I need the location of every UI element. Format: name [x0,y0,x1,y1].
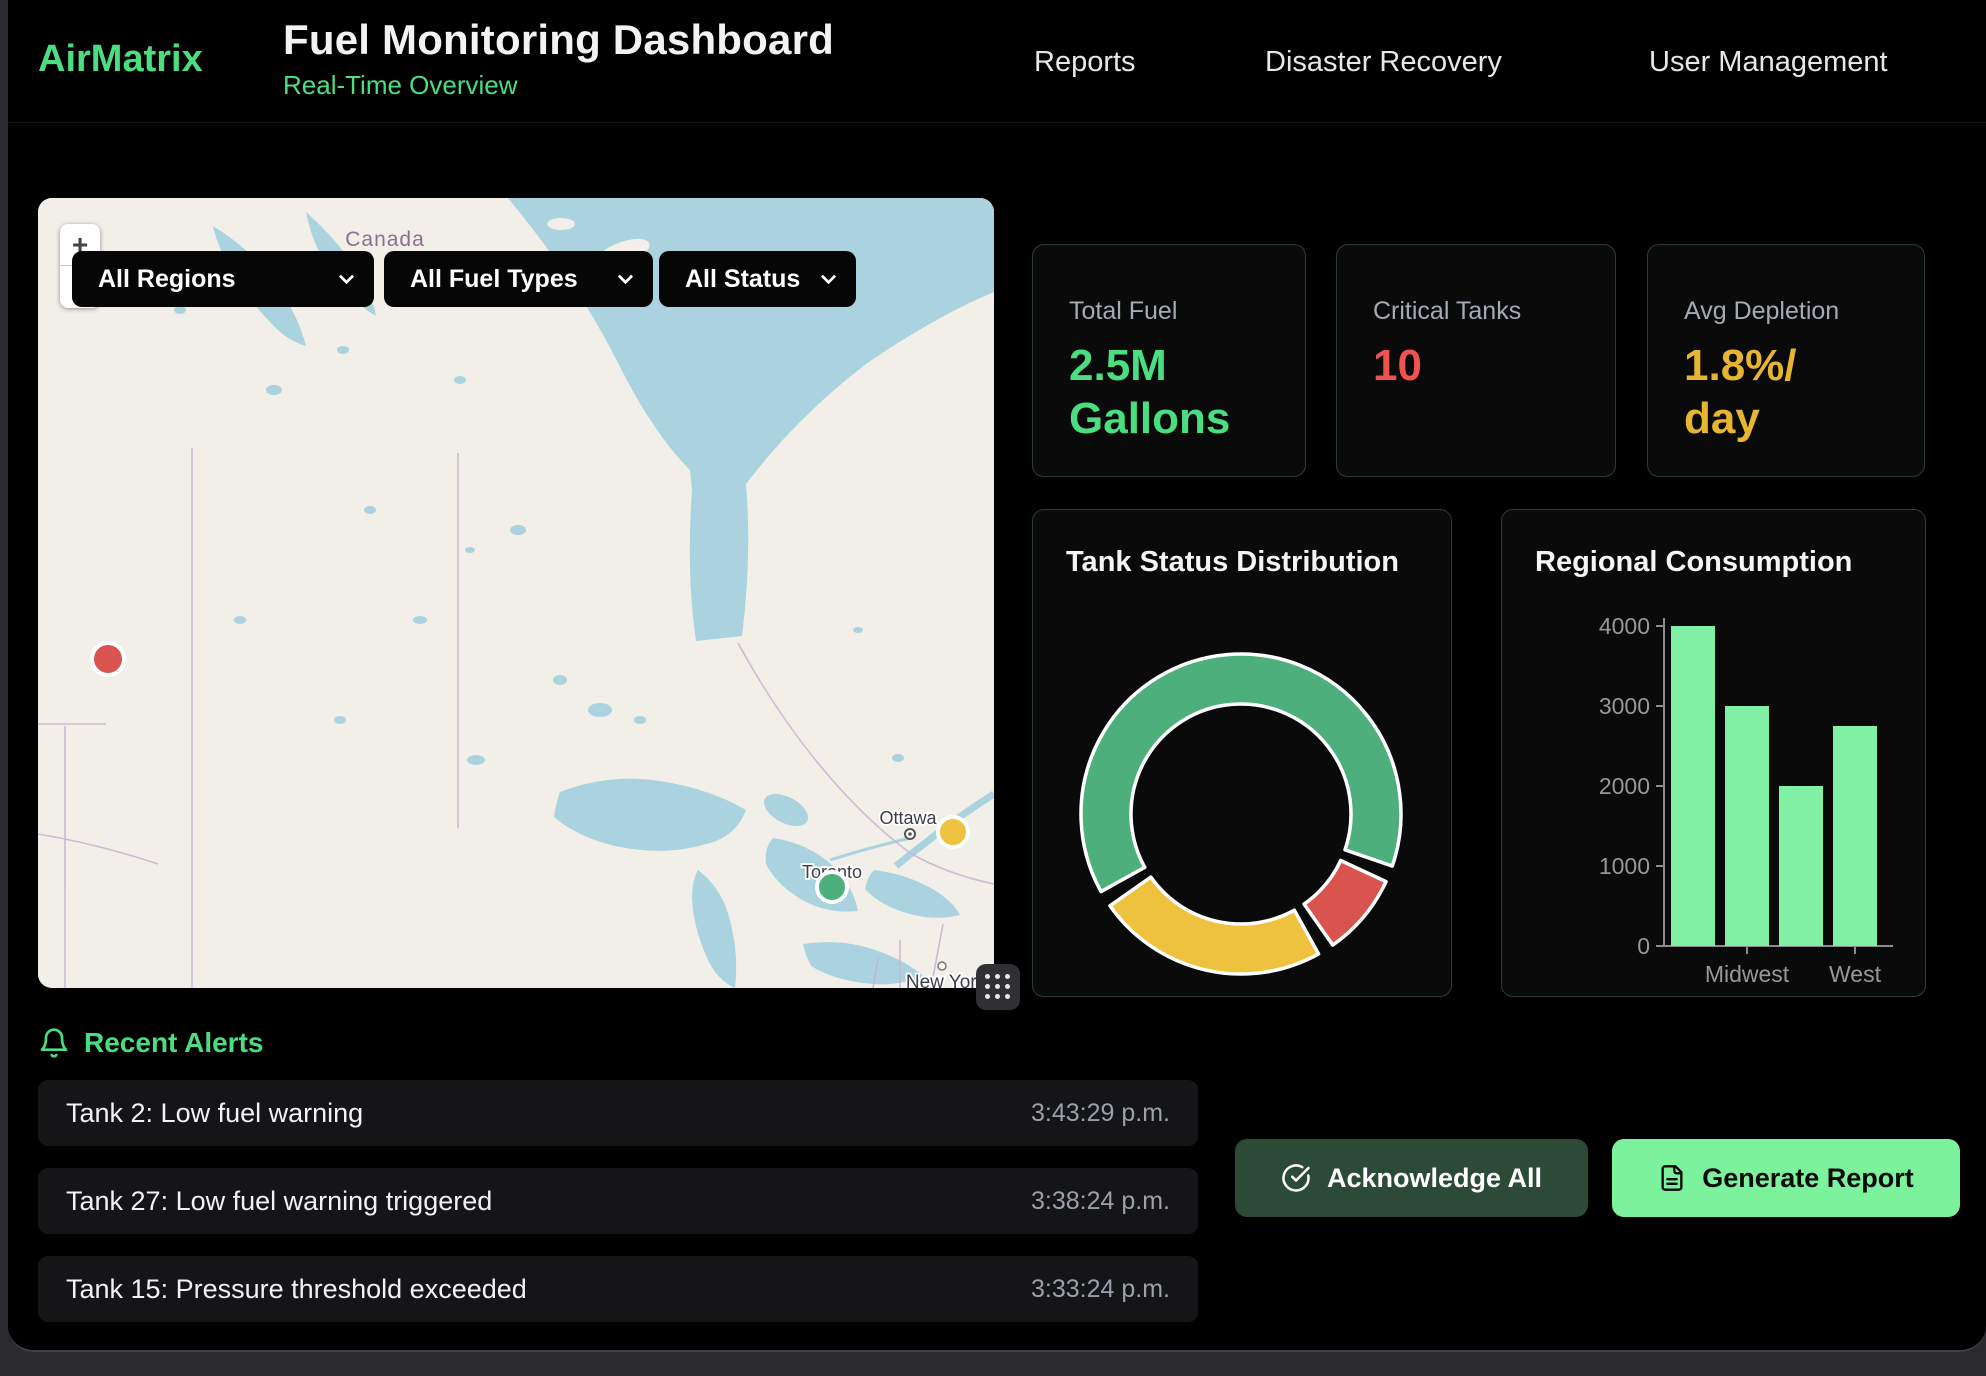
filter-status-dropdown[interactable]: All Status [659,251,856,307]
alert-message: Tank 15: Pressure threshold exceeded [66,1274,527,1305]
x-tick-label: Midwest [1705,961,1790,987]
regional-consumption-chart-card: Regional Consumption 01000200030004000Mi… [1501,509,1926,997]
brand-logo: AirMatrix [38,38,203,81]
page-subtitle: Real-Time Overview [283,70,834,101]
recent-alerts-title: Recent Alerts [84,1027,263,1059]
acknowledge-all-label: Acknowledge All [1327,1163,1542,1194]
stat-label: Total Fuel [1069,297,1305,326]
stat-label: Avg Depletion [1684,297,1924,326]
dashboard-window: AirMatrix Fuel Monitoring Dashboard Real… [8,0,1986,1352]
stat-value-total-fuel: 2.5MGallons [1069,340,1305,446]
stat-value-critical-tanks: 10 [1373,340,1615,393]
map-marker-normal[interactable] [817,872,847,902]
generate-report-label: Generate Report [1702,1163,1914,1194]
donut-segment-critical [1304,860,1386,945]
chevron-down-icon [821,268,837,284]
nav-reports[interactable]: Reports [1034,46,1136,79]
stat-value-avg-depletion: 1.8%/day [1684,340,1924,446]
report-file-icon [1658,1164,1686,1192]
y-tick-label: 1000 [1599,853,1650,879]
regional-consumption-bar-chart: 0 1000 2000 3000 4000 Midwest West [1502,510,1927,998]
map-panel[interactable]: Canada Ottawa Toronto New York + − All R… [38,198,994,988]
filter-regions-value: All Regions [98,265,236,294]
ottawa-town-icon-dot [908,832,912,836]
alert-row[interactable]: Tank 15: Pressure threshold exceeded 3:3… [38,1256,1198,1322]
stat-card-avg-depletion: Avg Depletion 1.8%/day [1647,244,1925,477]
y-tick-label: 2000 [1599,773,1650,799]
stat-label: Critical Tanks [1373,297,1615,326]
bar-3 [1833,726,1877,946]
alert-message: Tank 27: Low fuel warning triggered [66,1186,492,1217]
recent-alerts-heading: Recent Alerts [38,1026,263,1060]
bar-1 [1725,706,1769,946]
filter-status-value: All Status [685,265,800,294]
newyork-town-icon [938,962,946,970]
chevron-down-icon [339,268,355,284]
alert-timestamp: 3:38:24 p.m. [1031,1187,1170,1216]
alert-timestamp: 3:33:24 p.m. [1031,1275,1170,1304]
alert-row[interactable]: Tank 2: Low fuel warning 3:43:29 p.m. [38,1080,1198,1146]
y-tick-label: 4000 [1599,613,1650,639]
donut-segment-warning [1110,877,1319,974]
tank-status-donut-chart [1033,510,1453,998]
y-tick-label: 3000 [1599,693,1650,719]
y-tick-label: 0 [1637,933,1650,959]
bar-2 [1779,786,1823,946]
filter-fueltypes-dropdown[interactable]: All Fuel Types [384,251,653,307]
nav-disaster-recovery[interactable]: Disaster Recovery [1265,46,1502,79]
check-circle-icon [1281,1163,1311,1193]
alert-row[interactable]: Tank 27: Low fuel warning triggered 3:38… [38,1168,1198,1234]
map-marker-critical[interactable] [92,643,124,675]
nav-user-management[interactable]: User Management [1649,46,1888,79]
map-resize-handle[interactable] [976,964,1020,1010]
map-island [547,218,575,230]
acknowledge-all-button[interactable]: Acknowledge All [1235,1139,1588,1217]
map-canvas: Canada Ottawa Toronto New York [38,198,994,988]
map-label-country: Canada [345,228,425,251]
page-title: Fuel Monitoring Dashboard [283,16,834,64]
alert-timestamp: 3:43:29 p.m. [1031,1099,1170,1128]
bar-0 [1671,626,1715,946]
tank-status-chart-card: Tank Status Distribution [1032,509,1452,997]
x-tick-label: West [1829,961,1882,987]
chevron-down-icon [618,268,634,284]
title-block: Fuel Monitoring Dashboard Real-Time Over… [283,16,834,101]
donut-segment-normal [1081,654,1401,892]
generate-report-button[interactable]: Generate Report [1612,1139,1960,1217]
map-label-newyork: New York [906,972,987,988]
alert-message: Tank 2: Low fuel warning [66,1098,363,1129]
filter-regions-dropdown[interactable]: All Regions [72,251,374,307]
app-header: AirMatrix Fuel Monitoring Dashboard Real… [8,0,1986,123]
map-label-ottawa: Ottawa [879,808,937,828]
bell-icon [38,1026,70,1060]
map-marker-warning[interactable] [938,817,968,847]
stat-card-critical-tanks: Critical Tanks 10 [1336,244,1616,477]
stat-card-total-fuel: Total Fuel 2.5MGallons [1032,244,1306,477]
filter-fueltypes-value: All Fuel Types [410,265,578,294]
